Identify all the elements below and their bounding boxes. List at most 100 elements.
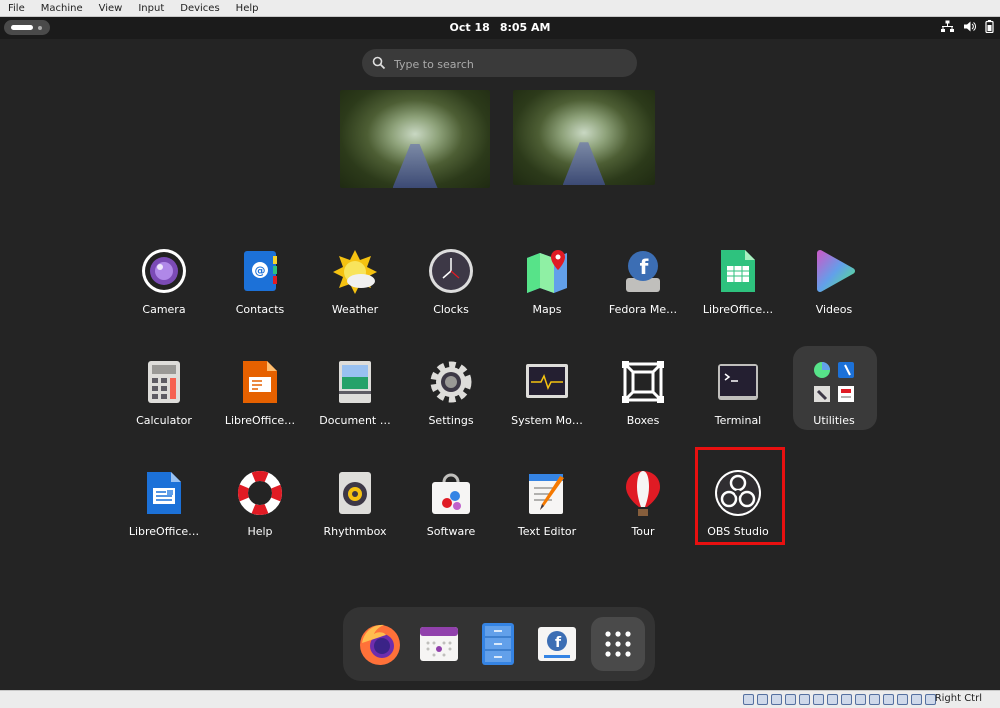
app-system-monitor[interactable]: System Mo… (499, 354, 595, 454)
app-label: Weather (332, 303, 378, 316)
app-weather[interactable]: Weather (307, 243, 403, 343)
svg-text:f: f (640, 255, 649, 279)
workspace-thumbnail-1[interactable] (340, 90, 490, 188)
highlight-box (695, 447, 785, 545)
app-fedora-media-writer[interactable]: f Fedora Me… (595, 243, 691, 343)
shared-folder-icon[interactable] (813, 694, 824, 705)
app-tour[interactable]: Tour (595, 465, 691, 565)
menu-file[interactable]: File (0, 3, 33, 14)
document-icon (144, 470, 184, 516)
app-label: Terminal (715, 414, 762, 427)
app-videos[interactable]: Videos (786, 243, 882, 343)
keyboard-icon[interactable] (883, 694, 894, 705)
app-camera[interactable]: Camera (116, 243, 212, 343)
workspace-thumbnail-2[interactable] (513, 90, 655, 185)
capture-icon[interactable] (911, 694, 922, 705)
menu-devices[interactable]: Devices (172, 3, 227, 14)
speaker-icon (337, 470, 373, 516)
calculator-icon (146, 359, 182, 405)
search-input[interactable] (392, 49, 626, 79)
app-libreoffice-impress[interactable]: LibreOffice… (212, 354, 308, 454)
app-label: Clocks (433, 303, 469, 316)
menu-input[interactable]: Input (130, 3, 172, 14)
app-rhythmbox[interactable]: Rhythmbox (307, 465, 403, 565)
app-label: Settings (428, 414, 473, 427)
cpu-icon[interactable] (897, 694, 908, 705)
app-document-scanner[interactable]: Document … (307, 354, 403, 454)
dock-calendar[interactable] (414, 619, 464, 669)
system-tray[interactable] (941, 20, 994, 33)
camera-icon (141, 248, 187, 294)
dock-files[interactable] (473, 619, 523, 669)
app-label: Document … (319, 414, 390, 427)
app-label: Text Editor (518, 525, 576, 538)
app-label: Software (427, 525, 476, 538)
utilities-folder-icon (811, 359, 857, 405)
optical-icon[interactable] (757, 694, 768, 705)
dock-fedora-media-writer[interactable]: f (532, 619, 582, 669)
lifebuoy-icon (237, 470, 283, 516)
fedora-icon: f (620, 248, 666, 294)
network-adapter-icon[interactable] (785, 694, 796, 705)
app-terminal[interactable]: Terminal (690, 354, 786, 454)
vt-icon[interactable] (855, 694, 866, 705)
app-label: LibreOffice… (703, 303, 773, 316)
system-monitor-icon (525, 362, 569, 402)
app-label: Contacts (236, 303, 285, 316)
search-bar[interactable] (362, 49, 637, 77)
clock[interactable]: Oct 18 8:05 AM (0, 21, 1000, 34)
menu-help[interactable]: Help (228, 3, 267, 14)
app-label: Maps (533, 303, 562, 316)
app-text-editor[interactable]: Text Editor (499, 465, 595, 565)
app-label: Rhythmbox (323, 525, 386, 538)
app-label: System Mo… (511, 414, 583, 427)
menu-machine[interactable]: Machine (33, 3, 91, 14)
svg-text:@: @ (255, 264, 266, 277)
terminal-icon (717, 362, 759, 402)
text-editor-icon (526, 470, 568, 516)
app-folder-utilities[interactable]: Utilities (786, 354, 882, 454)
app-label: LibreOffice… (129, 525, 199, 538)
vbox-status-icons (743, 694, 936, 705)
app-calculator[interactable]: Calculator (116, 354, 212, 454)
menu-view[interactable]: View (91, 3, 131, 14)
app-label: Fedora Me… (609, 303, 677, 316)
app-grid-icon (603, 629, 633, 659)
weather-icon (331, 248, 379, 294)
app-label: Utilities (813, 414, 854, 427)
app-clocks[interactable]: Clocks (403, 243, 499, 343)
usb-icon[interactable] (799, 694, 810, 705)
mouse-icon[interactable] (869, 694, 880, 705)
svg-text:f: f (555, 635, 562, 651)
app-software[interactable]: Software (403, 465, 499, 565)
app-label: Calculator (136, 414, 192, 427)
hdd-icon[interactable] (743, 694, 754, 705)
calendar-icon (418, 623, 460, 665)
app-settings[interactable]: Settings (403, 354, 499, 454)
display-icon[interactable] (827, 694, 838, 705)
app-contacts[interactable]: @ Contacts (212, 243, 308, 343)
vbox-statusbar: Right Ctrl (0, 690, 1000, 708)
boxes-icon (621, 360, 665, 404)
dock-firefox[interactable] (355, 619, 405, 669)
app-label: Videos (816, 303, 853, 316)
app-libreoffice-calc[interactable]: LibreOffice… (690, 243, 786, 343)
files-icon (480, 622, 516, 666)
audio-icon[interactable] (771, 694, 782, 705)
media-writer-icon: f (536, 623, 578, 665)
recording-icon[interactable] (841, 694, 852, 705)
clock-date: Oct 18 (450, 21, 490, 34)
clock-icon (428, 248, 474, 294)
network-icon (941, 20, 954, 33)
app-label: LibreOffice… (225, 414, 295, 427)
contacts-icon: @ (240, 248, 280, 294)
show-apps-button[interactable] (591, 617, 645, 671)
app-libreoffice-writer[interactable]: LibreOffice… (116, 465, 212, 565)
clock-time: 8:05 AM (500, 21, 551, 34)
video-icon (812, 249, 856, 293)
app-boxes[interactable]: Boxes (595, 354, 691, 454)
hot-air-balloon-icon (623, 469, 663, 517)
app-maps[interactable]: Maps (499, 243, 595, 343)
presentation-icon (240, 359, 280, 405)
app-help[interactable]: Help (212, 465, 308, 565)
